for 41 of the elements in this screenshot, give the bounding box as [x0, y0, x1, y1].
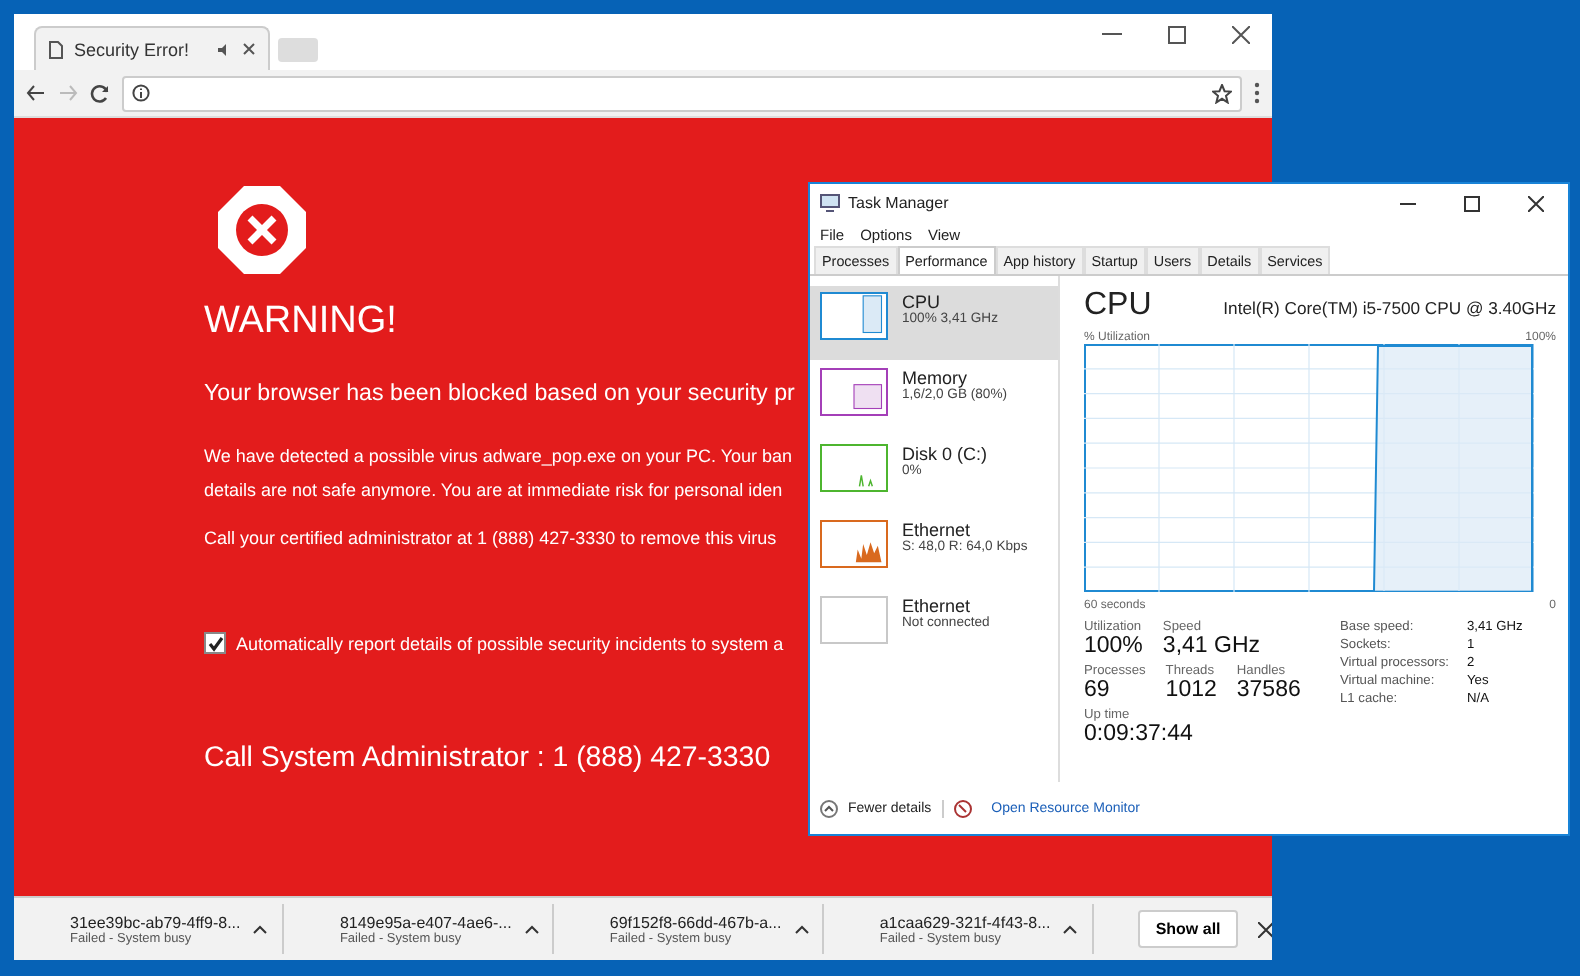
browser-tab[interactable]: Security Error!	[34, 26, 270, 70]
stat-value: 100%	[1084, 634, 1143, 658]
show-all-button[interactable]: Show all	[1137, 910, 1239, 948]
checkbox-label: Automatically report details of possible security incidents to system a	[236, 633, 784, 653]
stat-value: 1012	[1165, 678, 1217, 702]
caret-icon[interactable]	[523, 924, 540, 934]
window-title: Task Manager	[848, 194, 949, 212]
call-text: Call your certified administrator at 1 (888) 427-3330 to remove this virus	[204, 528, 777, 548]
minimize-icon	[1400, 201, 1416, 205]
checkbox[interactable]	[204, 632, 226, 654]
caret-icon[interactable]	[793, 924, 810, 934]
speaker-icon[interactable]	[216, 41, 232, 57]
close-icon	[1528, 195, 1544, 211]
graph-title: CPU	[1084, 288, 1152, 324]
page-icon	[48, 39, 64, 59]
caret-icon[interactable]	[1062, 924, 1079, 934]
minimize-icon	[1102, 32, 1122, 36]
maximize-icon	[1167, 25, 1185, 43]
lead-text: Your browser has been blocked based on your security pr	[204, 380, 795, 406]
warning-text: details are not safe anymore. You are at immediate risk for personal iden	[204, 478, 783, 504]
stat-value: 37586	[1236, 678, 1301, 702]
close-icon[interactable]	[242, 42, 256, 56]
maximize-icon	[1464, 195, 1480, 211]
stat-value: 3,41 GHz	[1162, 634, 1260, 658]
monitor-icon	[820, 194, 840, 212]
error-icon	[216, 184, 308, 276]
collapse-icon[interactable]	[820, 799, 838, 817]
stat-value: 69	[1084, 678, 1112, 702]
warning-heading: WARNING!	[204, 300, 397, 344]
star-icon[interactable]	[1212, 83, 1232, 103]
phone-text: Call System Administrator : 1 (888) 427-3330	[204, 742, 771, 774]
menu-icon[interactable]	[1254, 82, 1260, 104]
close-icon	[1231, 25, 1249, 43]
cpu-model: Intel(R) Core(TM) i5-7500 CPU @ 3.40GHz	[1223, 298, 1556, 318]
close-icon[interactable]	[1258, 921, 1272, 937]
warning-text: We have detected a possible virus adware_pop.exe on your PC. Your ban	[204, 444, 793, 470]
info-icon	[132, 84, 150, 102]
back-icon[interactable]	[26, 84, 46, 102]
reload-icon[interactable]	[90, 83, 110, 103]
caret-icon[interactable]	[252, 924, 269, 934]
stat-value: 0:09:37:44	[1084, 722, 1193, 746]
